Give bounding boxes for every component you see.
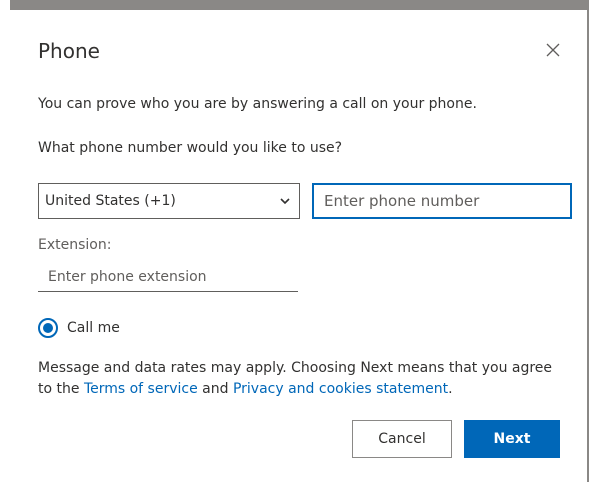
extension-label: Extension: bbox=[38, 237, 112, 253]
chevron-down-icon bbox=[279, 195, 291, 207]
country-code-select[interactable]: United States (+1) bbox=[38, 183, 300, 219]
extension-input[interactable] bbox=[38, 262, 298, 292]
close-button[interactable] bbox=[541, 38, 565, 62]
phone-dialog: Phone You can prove who you are by answe… bbox=[10, 10, 587, 482]
country-code-value: United States (+1) bbox=[45, 193, 176, 209]
call-me-radio[interactable] bbox=[38, 318, 58, 338]
cancel-button[interactable]: Cancel bbox=[352, 420, 452, 458]
disclaimer-end: . bbox=[448, 381, 453, 397]
intro-text: You can prove who you are by answering a… bbox=[38, 96, 477, 112]
dialog-title: Phone bbox=[38, 39, 100, 63]
call-me-label: Call me bbox=[67, 320, 120, 336]
call-me-option[interactable]: Call me bbox=[38, 318, 120, 338]
question-text: What phone number would you like to use? bbox=[38, 140, 343, 156]
disclaimer-text: Message and data rates may apply. Choosi… bbox=[38, 358, 558, 400]
phone-number-input[interactable] bbox=[312, 183, 572, 219]
backdrop bbox=[0, 0, 10, 482]
radio-selected-dot bbox=[43, 323, 53, 333]
privacy-statement-link[interactable]: Privacy and cookies statement bbox=[233, 381, 448, 397]
next-button[interactable]: Next bbox=[464, 420, 560, 458]
disclaimer-and: and bbox=[197, 381, 233, 397]
close-icon bbox=[546, 43, 560, 57]
terms-of-service-link[interactable]: Terms of service bbox=[84, 381, 198, 397]
